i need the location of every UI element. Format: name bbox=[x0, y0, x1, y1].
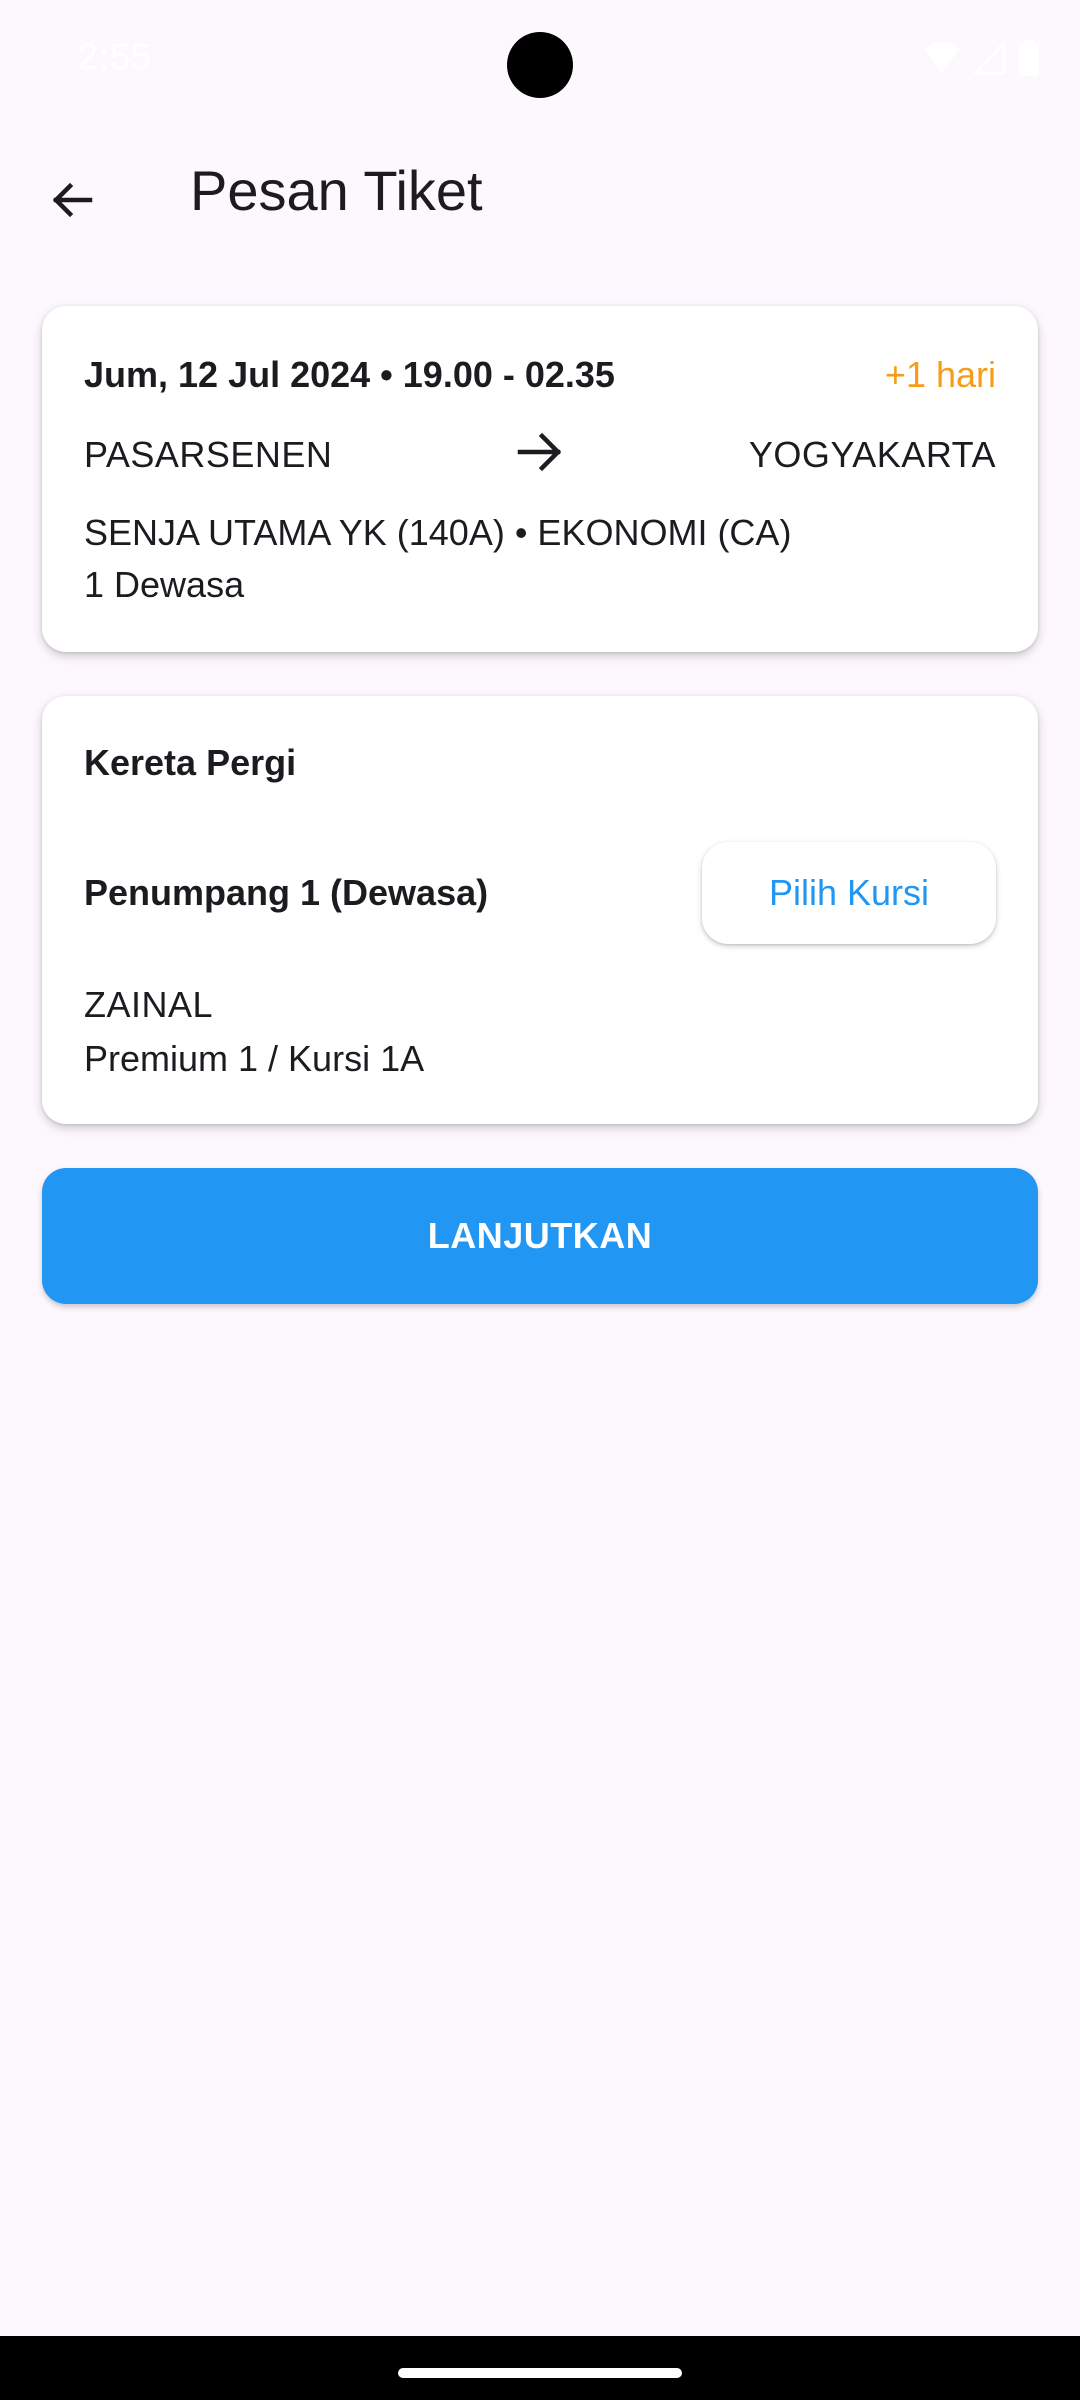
status-time: 2:55 bbox=[78, 36, 153, 77]
passenger-name: ZAINAL bbox=[84, 984, 214, 1025]
section-title: Kereta Pergi bbox=[84, 742, 297, 783]
battery-icon bbox=[1018, 40, 1040, 76]
choose-seat-button[interactable]: Pilih Kursi bbox=[702, 842, 996, 944]
seat-info: Premium 1 / Kursi 1A bbox=[84, 1038, 425, 1079]
plus-day-badge: +1 hari bbox=[884, 354, 996, 395]
origin-station: PASARSENEN bbox=[84, 434, 333, 475]
arrow-right-icon bbox=[514, 426, 566, 483]
camera-cutout bbox=[507, 32, 573, 98]
arrow-back-icon bbox=[48, 176, 96, 229]
train-info: SENJA UTAMA YK (140A) • EKONOMI (CA) bbox=[84, 512, 792, 553]
departure-passenger-card: Kereta Pergi Penumpang 1 (Dewasa) Pilih … bbox=[42, 696, 1038, 1124]
continue-button[interactable]: LANJUTKAN bbox=[42, 1168, 1038, 1304]
status-icons bbox=[922, 40, 1040, 76]
signal-icon bbox=[974, 41, 1006, 75]
back-button[interactable] bbox=[30, 160, 114, 244]
passenger-label: Penumpang 1 (Dewasa) bbox=[84, 872, 489, 913]
screen: 2:55 Pesan Tiket Jum, 12 Jul 2024 • 19.0… bbox=[0, 0, 1080, 2400]
page-title: Pesan Tiket bbox=[190, 159, 483, 222]
trip-summary-card: Jum, 12 Jul 2024 • 19.00 - 02.35 +1 hari… bbox=[42, 306, 1038, 652]
passenger-count: 1 Dewasa bbox=[84, 564, 245, 605]
trip-datetime: Jum, 12 Jul 2024 • 19.00 - 02.35 bbox=[84, 354, 615, 395]
app-bar: Pesan Tiket bbox=[0, 130, 1080, 250]
status-bar: 2:55 bbox=[0, 0, 1080, 120]
destination-station: YOGYAKARTA bbox=[748, 434, 996, 475]
wifi-icon bbox=[922, 41, 962, 75]
home-gesture-handle[interactable] bbox=[398, 2368, 682, 2378]
